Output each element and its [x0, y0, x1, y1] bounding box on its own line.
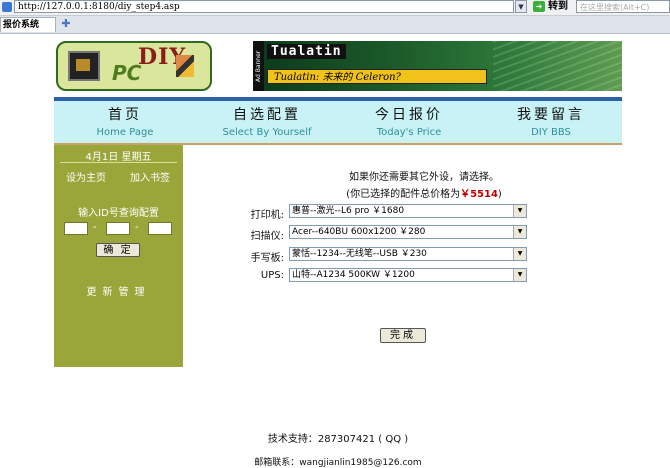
id-input-1[interactable]: [64, 222, 88, 235]
chevron-down-icon[interactable]: ▼: [513, 248, 526, 260]
scanner-select-value: Acer--640BU 600x1200 ￥280: [292, 227, 426, 237]
id-input-3[interactable]: [148, 222, 172, 235]
go-arrow-icon: ➜: [533, 0, 545, 12]
total-prefix: (你已选择的配件总价格为: [346, 189, 461, 200]
tab-bar: 报价系统 ✚: [0, 16, 670, 34]
nav-item-price[interactable]: 今日报价 Today's Price: [338, 101, 480, 143]
pencil-icon: [176, 55, 194, 77]
tablet-select[interactable]: 蒙恬--1234--无线笔--USB ￥230 ▼: [289, 247, 527, 261]
id-input-2[interactable]: [106, 222, 130, 235]
chevron-down-icon[interactable]: ▼: [513, 269, 526, 281]
add-bookmark-link[interactable]: 加入书签: [130, 169, 170, 184]
id-separator: -: [93, 222, 97, 233]
nav-label-cn: 我要留言: [517, 107, 585, 123]
nav-label-en: Home Page: [96, 127, 154, 138]
motherboard-graphic: [493, 41, 622, 91]
ad-banner[interactable]: Ad Banner Tualatin Tualatin: 未来的 Celeron…: [253, 41, 622, 91]
url-dropdown-icon[interactable]: ▼: [515, 0, 527, 13]
address-bar: http://127.0.0.1:8180/diy_step4.asp ▼ ➜ 转…: [0, 0, 670, 16]
search-input[interactable]: 在这里搜索(Alt+C): [576, 0, 670, 13]
go-label: 转到: [548, 1, 568, 12]
nav-item-home[interactable]: 首页 Home Page: [54, 101, 196, 143]
confirm-button[interactable]: 确 定: [96, 243, 140, 257]
id-query-label: 输入ID号查询配置: [78, 208, 159, 219]
header: DIY PC Ad Banner Tualatin Tualatin: 未来的 …: [54, 34, 622, 98]
logo-text-pc: PC: [112, 61, 142, 85]
total-suffix: ): [497, 189, 502, 200]
url-input[interactable]: http://127.0.0.1:8180/diy_step4.asp: [14, 0, 514, 13]
banner-slogan: Tualatin: 未来的 Celeron?: [267, 69, 487, 84]
chevron-down-icon[interactable]: ▼: [513, 226, 526, 238]
ups-select-value: 山特--A1234 500KW ￥1200: [292, 270, 415, 280]
nav-item-select[interactable]: 自选配置 Select By Yourself: [196, 101, 338, 143]
set-homepage-link[interactable]: 设为主页: [66, 169, 106, 184]
page: DIY PC Ad Banner Tualatin Tualatin: 未来的 …: [54, 34, 622, 468]
nav-item-bbs[interactable]: 我要留言 DIY BBS: [480, 101, 622, 143]
current-date: 4月1日 星期五: [85, 152, 152, 163]
id-separator: -: [135, 222, 139, 233]
printer-select-value: 惠普--激光--L6 pro ￥1680: [292, 206, 405, 216]
contact-email-text: 邮箱联系：wangjianlin1985@126.com: [254, 458, 422, 468]
printer-label: 打印机:: [250, 210, 284, 221]
page-icon: [2, 2, 12, 12]
nav-label-cn: 自选配置: [233, 107, 301, 123]
scanner-select[interactable]: Acer--640BU 600x1200 ￥280 ▼: [289, 225, 527, 239]
site-logo[interactable]: DIY PC: [56, 41, 212, 91]
cpu-chip-icon: [68, 51, 100, 81]
tablet-select-value: 蒙恬--1234--无线笔--USB ￥230: [292, 249, 427, 259]
chevron-down-icon[interactable]: ▼: [513, 205, 526, 217]
nav-label-en: DIY BBS: [531, 127, 571, 138]
ad-banner-side-label: Ad Banner: [253, 41, 264, 91]
total-price-value: ￥5514: [460, 189, 498, 200]
nav-label-cn: 首页: [108, 107, 142, 123]
sidebar: 4月1日 星期五 设为主页 加入书签 输入ID号查询配置 - - 确 定 更新管…: [54, 145, 183, 367]
update-admin-link[interactable]: 更新管理: [54, 283, 183, 298]
tablet-label: 手写板:: [250, 253, 284, 264]
printer-select[interactable]: 惠普--激光--L6 pro ￥1680 ▼: [289, 204, 527, 218]
scanner-label: 扫描仪:: [250, 231, 284, 242]
ups-select[interactable]: 山特--A1234 500KW ￥1200 ▼: [289, 268, 527, 282]
finish-button[interactable]: 完成: [380, 328, 426, 343]
tech-support-text: 技术支持：287307421 ( QQ ): [267, 434, 409, 445]
nav-label-en: Select By Yourself: [222, 127, 312, 138]
intro-text: 如果你还需要其它外设，请选择。: [349, 172, 499, 183]
nav-label-cn: 今日报价: [375, 107, 443, 123]
new-tab-icon[interactable]: ✚: [60, 18, 72, 30]
total-price-line: (你已选择的配件总价格为￥5514): [274, 185, 574, 200]
ups-label: UPS:: [260, 270, 284, 281]
sidebar-divider: [60, 162, 177, 163]
nav-label-en: Today's Price: [376, 127, 442, 138]
banner-title: Tualatin: [267, 44, 346, 59]
main-nav: 首页 Home Page 自选配置 Select By Yourself 今日报…: [54, 101, 622, 143]
tab-current[interactable]: 报价系统: [0, 17, 56, 32]
go-button[interactable]: ➜ 转到: [533, 0, 573, 14]
